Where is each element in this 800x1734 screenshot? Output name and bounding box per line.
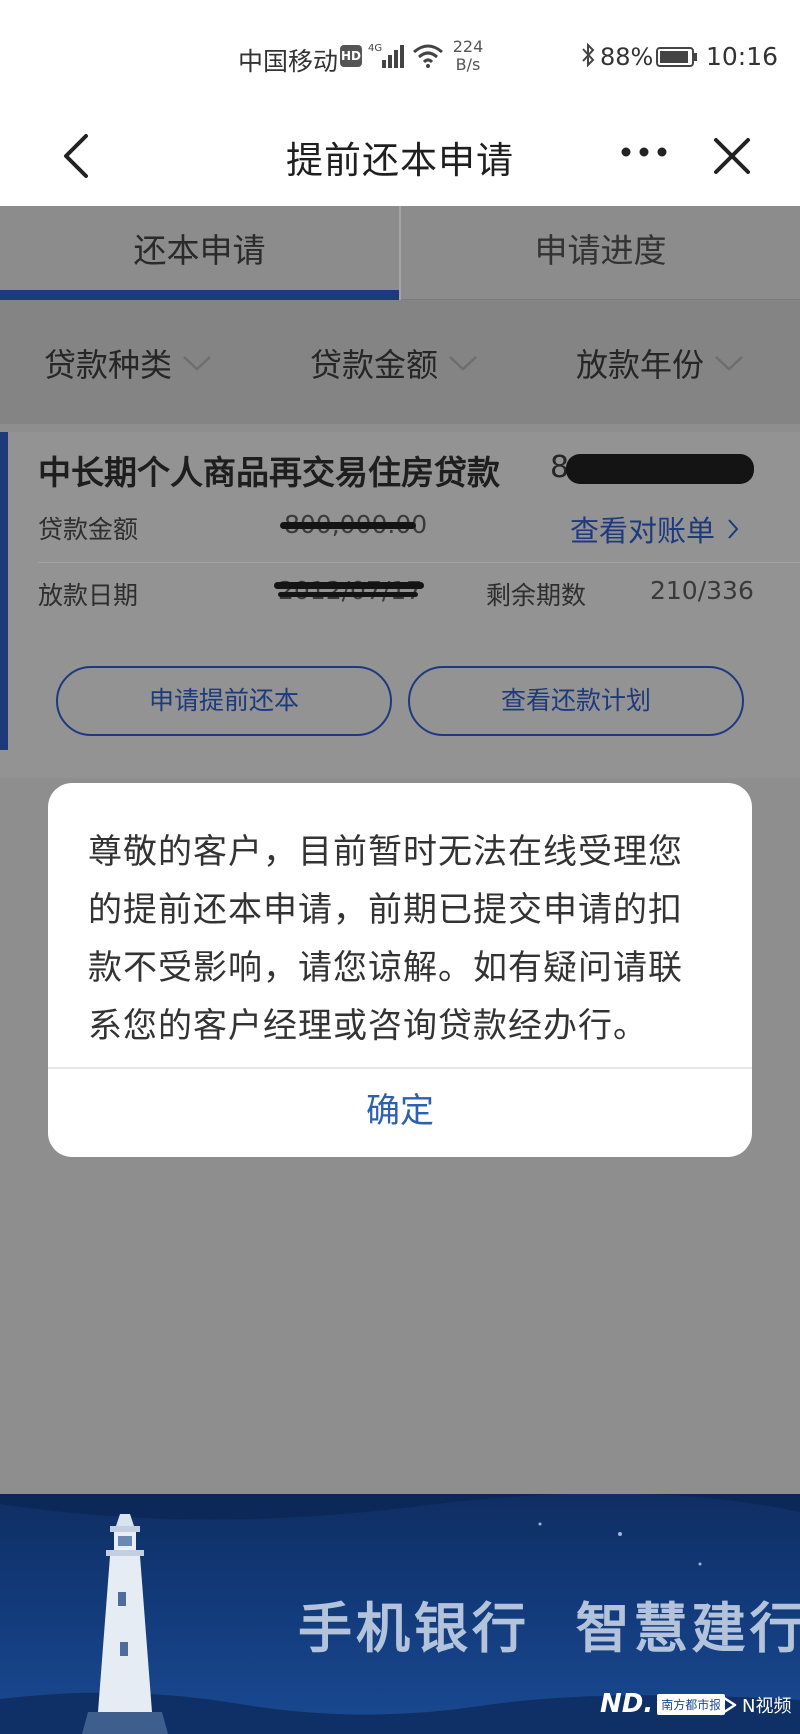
loan-number-redaction <box>566 454 754 484</box>
play-icon <box>719 1694 737 1716</box>
loan-amount-redaction <box>280 522 416 529</box>
filter-loan-year-label: 放款年份 <box>576 346 705 384</box>
view-statement-label: 查看对账单 <box>570 514 716 548</box>
hd-badge: HD <box>340 45 362 67</box>
loan-date-redaction <box>274 582 424 589</box>
status-bar: 中国移动 HD 4G 224 B/s 88% 10:16 <box>0 0 800 110</box>
filter-loan-amount[interactable]: 贷款金额 <box>310 340 478 386</box>
row-divider <box>38 562 800 563</box>
banner-slogan: 手机银行 智慧建行 <box>298 1597 800 1660</box>
loan-amount-label: 贷款金额 <box>38 515 139 544</box>
alert-dialog: 尊敬的客户，目前暂时无法在线受理您的提前还本申请，前期已提交申请的扣款不受影响，… <box>48 783 752 1157</box>
alert-message: 尊敬的客户，目前暂时无法在线受理您的提前还本申请，前期已提交申请的扣款不受影响，… <box>88 832 683 1046</box>
view-statement-link[interactable]: 查看对账单 <box>570 508 739 550</box>
loan-date-label: 放款日期 <box>38 581 139 610</box>
filter-loan-type-label: 贷款种类 <box>44 346 173 384</box>
signal-icon: 4G <box>368 43 404 68</box>
lighthouse-icon <box>82 1514 168 1734</box>
net-speed: 224 B/s <box>450 38 486 74</box>
nav-bar: 提前还本申请 <box>0 110 800 206</box>
loan-card: 中长期个人商品再交易住房贷款 8 贷款金额 800,000.00 查看对账单 放… <box>0 432 800 778</box>
nd-watermark: ND. 南方都市报 <box>600 1686 726 1722</box>
tab-bar: 还本申请 申请进度 <box>0 206 800 300</box>
nd-logo-mark: ND. <box>600 1689 654 1719</box>
card-accent-bar <box>0 432 8 750</box>
apply-prepayment-button[interactable]: 申请提前还本 <box>56 666 392 736</box>
nd-logo-name: 南方都市报 <box>657 1693 726 1715</box>
loan-date-value: 2012/07/17 <box>278 576 423 605</box>
video-watermark: N视频 <box>718 1690 791 1720</box>
battery-icon <box>656 47 697 67</box>
chevron-down-icon <box>449 356 477 371</box>
remaining-terms-value: 210/336 <box>650 576 754 605</box>
chevron-right-icon <box>728 519 739 539</box>
close-icon[interactable] <box>708 132 756 180</box>
promo-banner[interactable]: 手机银行 智慧建行 ND. 南方都市报 N视频 <box>0 1494 800 1734</box>
tab-progress[interactable]: 申请进度 <box>401 206 800 300</box>
chevron-down-icon <box>715 356 743 371</box>
svg-text:4G: 4G <box>368 43 382 54</box>
view-repayment-plan-button[interactable]: 查看还款计划 <box>408 666 744 736</box>
loan-date-redaction-2 <box>278 592 418 597</box>
bluetooth-icon <box>582 42 595 68</box>
filter-loan-year[interactable]: 放款年份 <box>576 340 744 386</box>
filter-loan-type[interactable]: 贷款种类 <box>44 340 212 386</box>
net-speed-unit: B/s <box>455 55 481 74</box>
tab-apply[interactable]: 还本申请 <box>0 206 399 300</box>
remaining-terms-label: 剩余期数 <box>486 581 587 610</box>
net-speed-value: 224 <box>452 37 484 56</box>
page-title: 提前还本申请 <box>286 139 514 182</box>
more-dots-icon[interactable] <box>620 146 668 158</box>
wifi-icon <box>413 44 443 68</box>
video-watermark-label: N视频 <box>742 1696 792 1717</box>
chevron-down-icon <box>183 356 211 371</box>
filter-loan-amount-label: 贷款金额 <box>310 346 439 384</box>
filter-bar: 贷款种类 贷款金额 放款年份 <box>0 300 800 424</box>
active-tab-indicator <box>0 290 399 300</box>
confirm-button[interactable]: 确定 <box>48 1069 752 1157</box>
battery-percent: 88% <box>600 43 654 71</box>
loan-name: 中长期个人商品再交易住房贷款 <box>38 453 500 492</box>
carrier-name: 中国移动 <box>238 47 339 76</box>
clock: 10:16 <box>706 42 779 71</box>
